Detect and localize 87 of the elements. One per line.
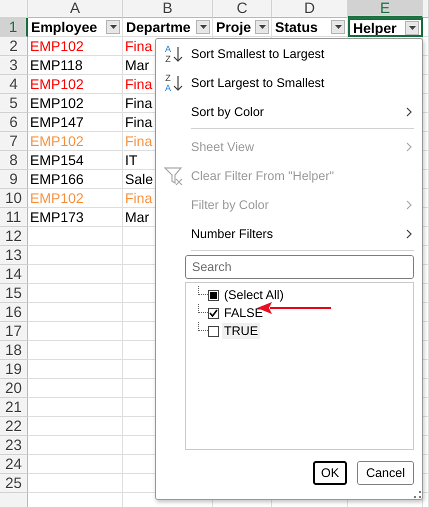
checkbox-label[interactable]: (Select All) [222, 287, 286, 303]
caret-down-icon [408, 26, 416, 30]
header-text: Departme [126, 18, 191, 36]
column-header[interactable]: D [272, 0, 348, 18]
chevron-right-icon [406, 228, 412, 238]
table-cell: EMP102 [30, 95, 84, 111]
row-header[interactable]: 7 [0, 132, 28, 151]
row-header[interactable]: 21 [0, 398, 28, 417]
table-cell: Sale [125, 171, 154, 187]
table-cell: Fina [125, 38, 152, 54]
chevron-right-icon [406, 142, 412, 152]
table-cell: EMP147 [30, 114, 84, 130]
caret-down-icon [258, 25, 266, 29]
row-header[interactable]: 4 [0, 75, 28, 94]
row-header[interactable]: 8 [0, 151, 28, 170]
caret-down-icon [110, 25, 116, 29]
menu-item[interactable]: Number Filters [156, 219, 414, 248]
header-text: Proje [216, 18, 252, 36]
checkbox-label[interactable]: FALSE [222, 305, 265, 321]
cancel-button[interactable]: Cancel [357, 461, 414, 485]
header-text: Employee [31, 18, 98, 36]
table-cell: EMP154 [30, 152, 84, 168]
resize-grip-icon [413, 490, 421, 498]
row-header[interactable]: 11 [0, 208, 28, 227]
table-cell: EMP173 [30, 209, 84, 225]
table-cell: IT [125, 152, 138, 168]
table-cell: Fina [125, 114, 152, 130]
row-header[interactable]: 10 [0, 189, 28, 208]
column-header[interactable]: E [348, 0, 423, 18]
search-field[interactable]: Search [185, 255, 414, 279]
checkbox-label[interactable]: TRUE [222, 323, 260, 339]
table-cell: Mar [125, 209, 150, 225]
menu-item[interactable]: A Z Sort Smallest to Largest [156, 39, 414, 68]
header-text: Status [275, 18, 318, 36]
ok-button[interactable]: OK [313, 461, 348, 485]
row-header[interactable]: 24 [0, 455, 28, 474]
checkbox[interactable] [208, 308, 219, 318]
caret-down-icon [334, 25, 342, 29]
filter-dropdown-button[interactable] [196, 20, 210, 34]
header-cell[interactable]: Employee [28, 18, 123, 37]
table-cell: EMP102 [30, 76, 84, 92]
row-header[interactable]: 15 [0, 284, 28, 303]
row-header[interactable]: 17 [0, 322, 28, 341]
column-header[interactable]: A [28, 0, 123, 18]
row-header[interactable]: 1 [0, 18, 28, 37]
row-header[interactable]: 18 [0, 341, 28, 360]
header-cell[interactable]: Status [272, 18, 348, 37]
row-header[interactable]: 25 [0, 474, 28, 493]
table-cell: EMP102 [30, 38, 84, 54]
table-cell: EMP102 [30, 190, 84, 206]
table-cell: Fina [125, 76, 152, 92]
row-header[interactable]: 9 [0, 170, 28, 189]
table-cell: EMP118 [30, 57, 83, 73]
caret-down-icon [200, 25, 206, 29]
filter-dropdown-button[interactable] [405, 20, 419, 34]
table-cell: Mar [125, 57, 150, 73]
row-header[interactable]: 14 [0, 265, 28, 284]
row-header[interactable]: 3 [0, 56, 28, 75]
column-header[interactable]: B [123, 0, 213, 18]
table-cell: Fina [125, 95, 152, 111]
row-header[interactable]: 16 [0, 303, 28, 322]
filter-dropdown-button[interactable] [255, 20, 269, 34]
checkbox[interactable] [208, 290, 219, 300]
table-cell: EMP166 [30, 171, 84, 187]
column-header[interactable]: C [213, 0, 272, 18]
table-cell: Fina [125, 133, 152, 149]
row-header[interactable]: 13 [0, 246, 28, 265]
table-cell: EMP102 [30, 133, 84, 149]
row-header[interactable]: 20 [0, 379, 28, 398]
chevron-right-icon [406, 106, 412, 116]
clear-filter-icon [164, 166, 184, 186]
row-header[interactable]: 2 [0, 37, 28, 56]
row-header[interactable]: 22 [0, 417, 28, 436]
filter-dropdown-button[interactable] [331, 20, 345, 34]
header-cell[interactable]: Proje [213, 18, 272, 37]
header-cell[interactable]: Departme [123, 18, 213, 37]
chevron-right-icon [406, 200, 412, 210]
row-header[interactable]: 12 [0, 227, 28, 246]
menu-item[interactable]: Sort by Color [156, 97, 414, 126]
filter-dropdown-button[interactable] [106, 20, 120, 34]
row-header[interactable]: 19 [0, 360, 28, 379]
table-cell: Fina [125, 190, 152, 206]
row-header[interactable]: 6 [0, 113, 28, 132]
menu-item[interactable]: Z A Sort Largest to Smallest [156, 68, 414, 97]
row-header[interactable]: 23 [0, 436, 28, 455]
row-header[interactable]: 5 [0, 94, 28, 113]
checkbox[interactable] [208, 326, 219, 336]
